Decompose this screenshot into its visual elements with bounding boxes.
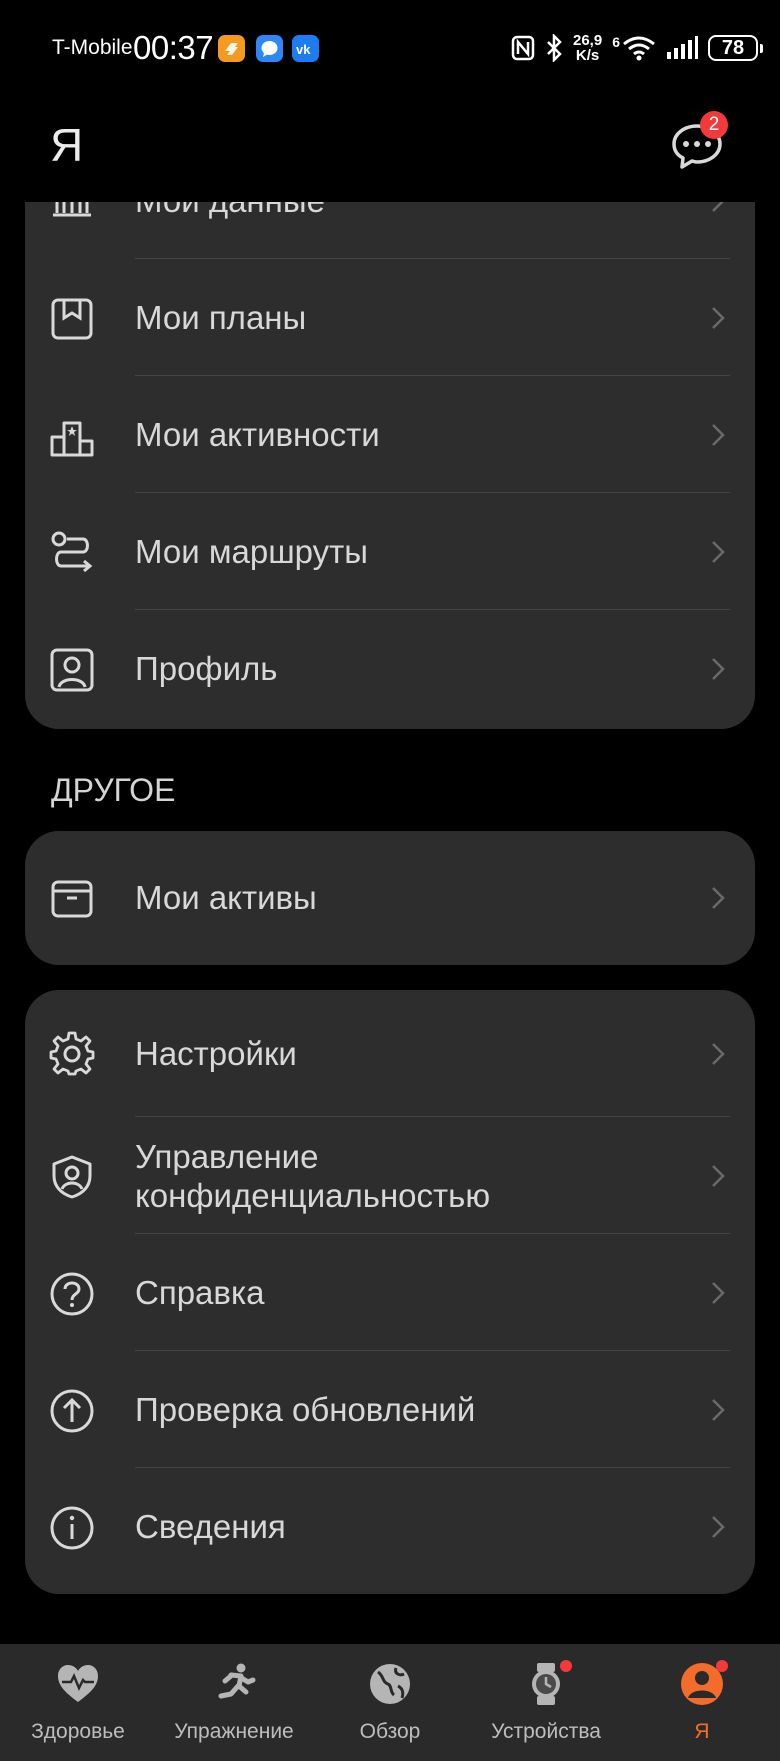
list-item-profile[interactable]: Профиль <box>25 610 755 727</box>
svg-text:vk: vk <box>296 42 311 57</box>
content-scroll[interactable]: Мои данные Мои планы Мои активности Мои … <box>0 202 780 1644</box>
status-bar: T-Mobile 00:37 vk 26,9 K/s 6 78 <box>0 0 780 96</box>
list-item-my-routes[interactable]: Мои маршруты <box>25 493 755 610</box>
list-item-my-plans[interactable]: Мои планы <box>25 259 755 376</box>
nav-label: Упражнение <box>174 1720 294 1743</box>
network-speed: 26,9 K/s <box>573 32 603 64</box>
gear-icon <box>49 1031 95 1076</box>
nav-tab-exercise[interactable]: Упражнение <box>156 1644 312 1761</box>
notification-dot <box>716 1660 728 1672</box>
network-type: 6 <box>612 34 620 50</box>
list-item-label: Мои маршруты <box>135 533 368 570</box>
chevron-right-icon <box>712 424 725 446</box>
list-item-my-activities[interactable]: Мои активности <box>25 376 755 493</box>
profile-icon <box>50 648 94 692</box>
section-title-other: ДРУГОЕ <box>51 772 176 808</box>
list-item-label: Мои активы <box>135 879 317 916</box>
globe-icon <box>370 1664 410 1704</box>
nav-label: Здоровье <box>31 1720 125 1743</box>
chevron-right-icon <box>712 1282 725 1304</box>
chevron-right-icon <box>712 1165 725 1187</box>
list-item-about[interactable]: Сведения <box>25 1468 755 1585</box>
list-item-label: Мои активности <box>135 416 380 453</box>
list-item-settings[interactable]: Настройки <box>25 990 755 1117</box>
messenger-icon <box>256 35 283 62</box>
nav-tab-devices[interactable]: Устройства <box>468 1644 624 1761</box>
card-assets: Мои активы <box>25 831 755 965</box>
nfc-icon <box>511 35 535 61</box>
chevron-right-icon <box>712 541 725 563</box>
status-icons: 26,9 K/s 6 78 <box>511 28 763 68</box>
chevron-right-icon <box>712 887 725 909</box>
route-icon <box>51 531 93 573</box>
heart-icon <box>58 1665 98 1702</box>
box-icon <box>51 880 93 918</box>
running-icon <box>218 1663 256 1699</box>
update-icon <box>50 1389 94 1433</box>
chevron-right-icon <box>712 658 725 680</box>
bluetooth-icon <box>547 34 562 62</box>
list-item-check-updates[interactable]: Проверка обновлений <box>25 1351 755 1468</box>
nav-tab-overview[interactable]: Обзор <box>312 1644 468 1761</box>
list-item-label: Мои планы <box>135 299 307 336</box>
info-icon <box>50 1506 94 1550</box>
clock: 00:37 <box>133 29 214 66</box>
chevron-right-icon <box>712 202 724 212</box>
page-title: Я <box>50 119 84 171</box>
list-item-help[interactable]: Справка <box>25 1234 755 1351</box>
chevron-right-icon <box>712 1516 725 1538</box>
chevron-right-icon <box>712 307 725 329</box>
messages-badge: 2 <box>700 111 728 139</box>
nav-label: Устройства <box>491 1720 601 1743</box>
list-item-label: Настройки <box>135 1035 297 1072</box>
list-item-label: Справка <box>135 1274 265 1311</box>
chevron-right-icon <box>712 1399 725 1421</box>
list-item-my-assets[interactable]: Мои активы <box>25 839 755 956</box>
card-my-data: Мои данные Мои планы Мои активности Мои … <box>25 202 755 729</box>
carrier-name: T-Mobile <box>52 36 133 59</box>
list-item-label: Управление конфиденциальностью <box>135 1137 491 1214</box>
shield-user-icon <box>52 1155 92 1199</box>
nav-label: Я <box>694 1720 710 1743</box>
wifi-icon <box>623 36 655 61</box>
data-bars-icon <box>53 202 91 217</box>
help-icon <box>50 1272 94 1316</box>
nav-tab-health[interactable]: Здоровье <box>0 1644 156 1761</box>
battery-indicator: 78 <box>708 35 763 61</box>
bottom-navigation: Здоровье Упражнение Обзор Устройства Я <box>0 1644 780 1761</box>
list-item-label: Сведения <box>135 1508 286 1545</box>
app-notification-icon <box>218 35 245 62</box>
vk-icon: vk <box>292 35 319 62</box>
nav-tab-me[interactable]: Я <box>624 1644 780 1761</box>
notification-dot <box>560 1660 572 1672</box>
list-item-my-data[interactable]: Мои данные <box>25 202 755 259</box>
signal-icon <box>667 36 698 59</box>
list-item-label: Проверка обновлений <box>135 1391 476 1428</box>
nav-label: Обзор <box>359 1720 421 1743</box>
bookmark-icon <box>51 298 93 340</box>
list-item-label: Профиль <box>135 650 278 687</box>
list-item-label: Мои данные <box>135 202 325 259</box>
list-item-privacy[interactable]: Управление конфиденциальностью <box>25 1117 755 1234</box>
card-settings: Настройки Управление конфиденциальностью… <box>25 990 755 1594</box>
podium-icon <box>50 421 94 457</box>
chevron-right-icon <box>712 1043 725 1065</box>
